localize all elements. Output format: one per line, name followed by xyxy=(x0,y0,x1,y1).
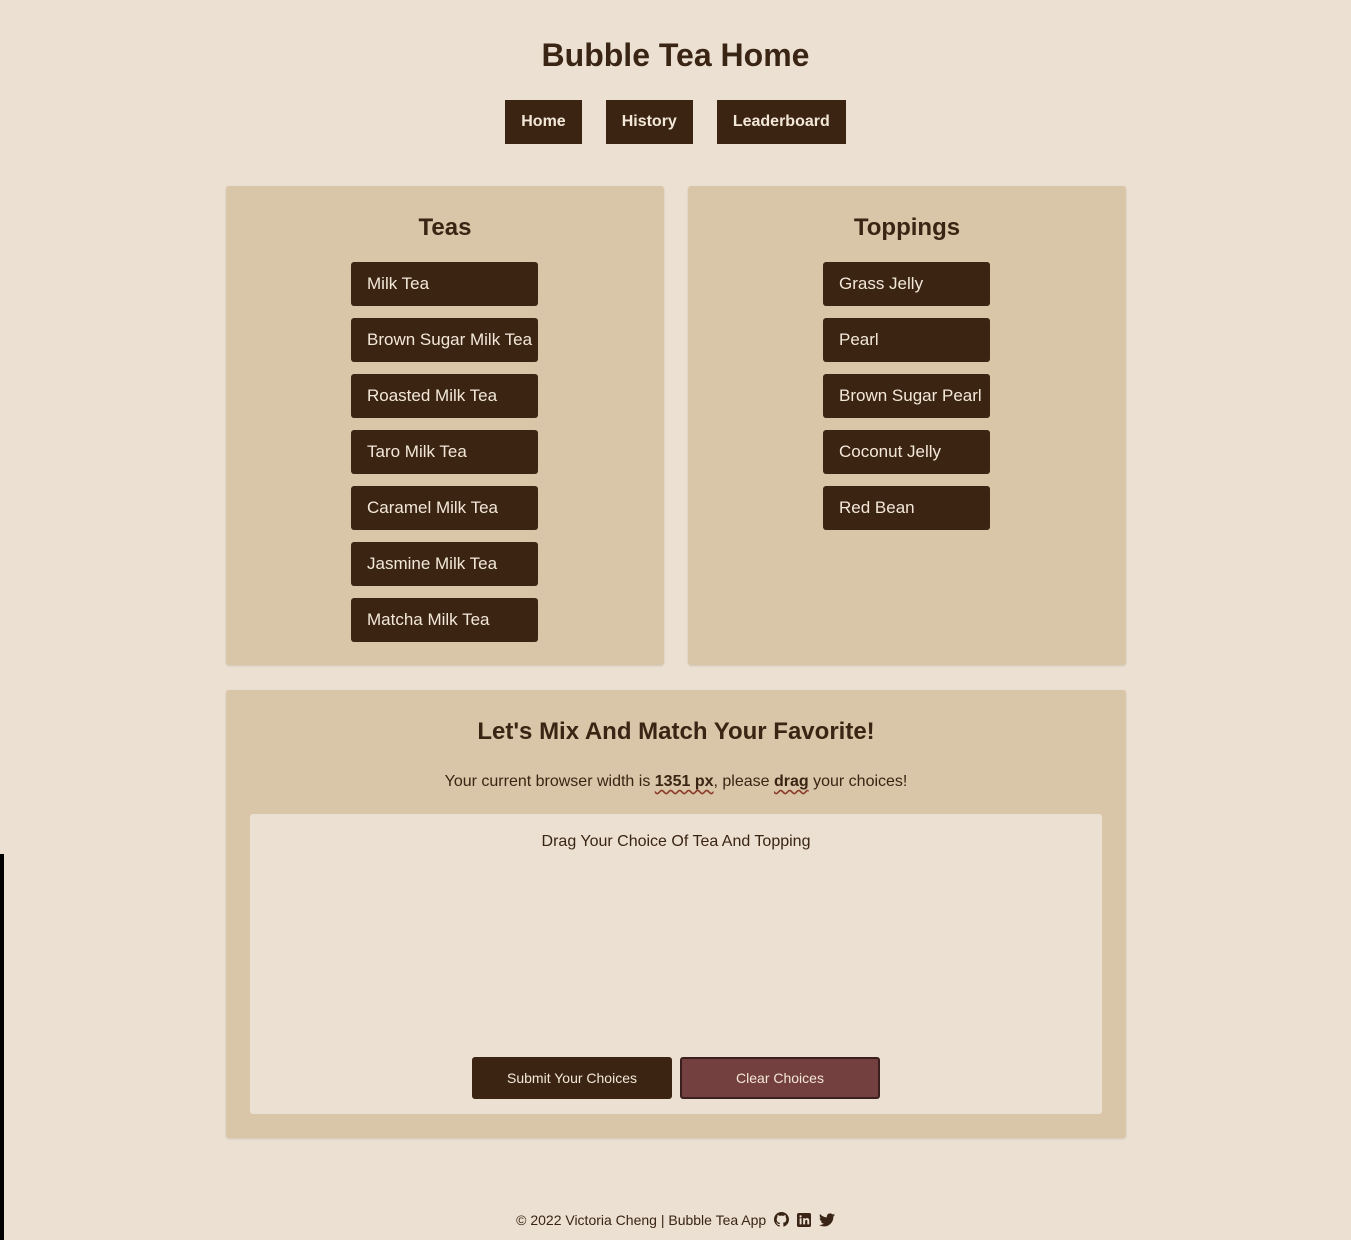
width-mid: , please xyxy=(713,773,774,790)
nav-history-button[interactable]: History xyxy=(605,100,693,144)
width-prefix: Your current browser width is xyxy=(444,773,655,790)
tea-chip[interactable]: Caramel Milk Tea xyxy=(351,486,538,530)
drop-zone-label: Drag Your Choice Of Tea And Topping xyxy=(541,833,811,850)
github-icon[interactable] xyxy=(774,1212,790,1230)
tea-chip[interactable]: Milk Tea xyxy=(351,262,538,306)
topping-chip[interactable]: Red Bean xyxy=(823,486,990,530)
nav-home-button[interactable]: Home xyxy=(505,100,582,144)
width-suffix: your choices! xyxy=(808,773,908,790)
width-value: 1351 px xyxy=(654,773,714,790)
toppings-list: Grass Jelly Pearl Brown Sugar Pearl Coco… xyxy=(823,262,990,530)
topping-chip[interactable]: Grass Jelly xyxy=(823,262,990,306)
twitter-icon[interactable] xyxy=(818,1213,835,1230)
tea-chip[interactable]: Matcha Milk Tea xyxy=(351,598,538,642)
page-title: Bubble Tea Home xyxy=(541,37,810,73)
mix-panel: Let's Mix And Match Your Favorite! Your … xyxy=(226,690,1126,1138)
topping-chip[interactable]: Pearl xyxy=(823,318,990,362)
main-nav: Home History Leaderboard xyxy=(0,100,1351,144)
tea-chip[interactable]: Jasmine Milk Tea xyxy=(351,542,538,586)
teas-list: Milk Tea Brown Sugar Milk Tea Roasted Mi… xyxy=(351,262,538,642)
toppings-panel: Toppings Grass Jelly Pearl Brown Sugar P… xyxy=(688,186,1126,665)
footer-text: © 2022 Victoria Cheng | Bubble Tea App xyxy=(516,1212,767,1228)
topping-chip[interactable]: Coconut Jelly xyxy=(823,430,990,474)
tea-chip[interactable]: Brown Sugar Milk Tea xyxy=(351,318,538,362)
submit-choices-button[interactable]: Submit Your Choices xyxy=(472,1057,672,1099)
tea-chip[interactable]: Taro Milk Tea xyxy=(351,430,538,474)
drop-zone[interactable]: Drag Your Choice Of Tea And Topping Subm… xyxy=(250,814,1102,1114)
toppings-heading: Toppings xyxy=(853,214,961,241)
footer: © 2022 Victoria Cheng | Bubble Tea App xyxy=(0,1212,1351,1230)
width-drag: drag xyxy=(773,773,809,790)
nav-leaderboard-button[interactable]: Leaderboard xyxy=(716,100,846,144)
tea-chip[interactable]: Roasted Milk Tea xyxy=(351,374,538,418)
teas-panel: Teas Milk Tea Brown Sugar Milk Tea Roast… xyxy=(226,186,664,665)
mix-title: Let's Mix And Match Your Favorite! xyxy=(477,718,875,745)
clear-choices-button[interactable]: Clear Choices xyxy=(680,1057,880,1099)
linkedin-icon[interactable] xyxy=(796,1212,811,1230)
window-edge xyxy=(0,854,4,1240)
browser-width-text: Your current browser width is 1351 px, p… xyxy=(226,773,1126,791)
topping-chip[interactable]: Brown Sugar Pearl xyxy=(823,374,990,418)
action-buttons: Submit Your Choices Clear Choices xyxy=(472,1057,880,1099)
teas-heading: Teas xyxy=(418,214,472,241)
